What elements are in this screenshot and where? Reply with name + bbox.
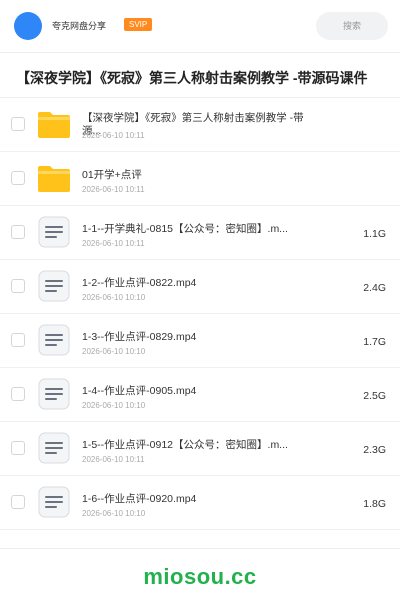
avatar[interactable] bbox=[14, 12, 42, 40]
document-icon bbox=[37, 378, 71, 410]
list-item[interactable]: 1-4--作业点评-0905.mp4 2026-06-10 10:10 2.5G bbox=[0, 368, 400, 422]
select-checkbox[interactable] bbox=[11, 279, 25, 293]
file-date: 2026-06-10 10:10 bbox=[82, 347, 146, 356]
watermark: miosou.cc bbox=[143, 564, 257, 589]
file-date: 2026-06-10 10:11 bbox=[82, 185, 145, 194]
document-icon bbox=[37, 432, 71, 464]
select-checkbox[interactable] bbox=[11, 117, 25, 131]
select-checkbox[interactable] bbox=[11, 171, 25, 185]
vip-badge: SVIP bbox=[124, 18, 153, 31]
select-checkbox[interactable] bbox=[11, 387, 25, 401]
title-bar: 【深夜学院】《死寂》第三人称射击案例教学 -带源码课件 bbox=[0, 52, 400, 98]
list-item[interactable]: 1-3--作业点评-0829.mp4 2026-06-10 10:10 1.7G bbox=[0, 314, 400, 368]
file-name: 1-2--作业点评-0822.mp4 bbox=[82, 277, 197, 289]
document-icon bbox=[37, 324, 71, 356]
file-size: 1.7G bbox=[363, 336, 386, 348]
file-date: 2026-06-10 10:11 bbox=[82, 455, 145, 464]
file-size: 2.3G bbox=[363, 444, 386, 456]
file-size: 2.4G bbox=[363, 282, 386, 294]
folder-icon bbox=[37, 162, 71, 194]
select-checkbox[interactable] bbox=[11, 441, 25, 455]
file-date: 2026-06-10 10:10 bbox=[82, 293, 146, 302]
file-name: 01开学+点评 bbox=[82, 169, 142, 181]
select-checkbox[interactable] bbox=[11, 495, 25, 509]
file-name: 1-5--作业点评-0912【公众号：密知圈】.m... bbox=[82, 439, 288, 451]
file-size: 1.8G bbox=[363, 498, 386, 510]
file-size: 1.1G bbox=[363, 228, 386, 240]
file-name: 1-3--作业点评-0829.mp4 bbox=[82, 331, 197, 343]
header: 夸克网盘分享 SVIP 搜索 bbox=[0, 0, 400, 52]
file-date: 2026-06-10 10:10 bbox=[82, 401, 146, 410]
divider bbox=[0, 548, 400, 549]
page-title: 【深夜学院】《死寂》第三人称射击案例教学 -带源码课件 bbox=[16, 70, 368, 86]
document-icon bbox=[37, 486, 71, 518]
list-item[interactable]: 1-1--开学典礼-0815【公众号：密知圈】.m... 2026-06-10 1… bbox=[0, 206, 400, 260]
file-name: 1-4--作业点评-0905.mp4 bbox=[82, 385, 197, 397]
list-item[interactable]: 1-6--作业点评-0920.mp4 2026-06-10 10:10 1.8G bbox=[0, 476, 400, 530]
file-size: 2.5G bbox=[363, 390, 386, 402]
file-date: 2026-06-10 10:11 bbox=[82, 239, 145, 248]
list-item[interactable]: 1-5--作业点评-0912【公众号：密知圈】.m... 2026-06-10 1… bbox=[0, 422, 400, 476]
file-name: 1-6--作业点评-0920.mp4 bbox=[82, 493, 197, 505]
document-icon bbox=[37, 216, 71, 248]
file-date: 2026-06-10 10:11 bbox=[82, 131, 145, 140]
file-name: 1-1--开学典礼-0815【公众号：密知圈】.m... bbox=[82, 223, 288, 235]
select-checkbox[interactable] bbox=[11, 225, 25, 239]
list-item[interactable]: 1-2--作业点评-0822.mp4 2026-06-10 10:10 2.4G bbox=[0, 260, 400, 314]
user-name: 夸克网盘分享 bbox=[52, 21, 107, 31]
document-icon bbox=[37, 270, 71, 302]
select-checkbox[interactable] bbox=[11, 333, 25, 347]
folder-icon bbox=[37, 108, 71, 140]
search-input[interactable]: 搜索 bbox=[316, 12, 388, 40]
file-list: 【深夜学院】《死寂》第三人称射击案例教学 -带源... 2026-06-10 10… bbox=[0, 98, 400, 530]
list-item[interactable]: 01开学+点评 2026-06-10 10:11 bbox=[0, 152, 400, 206]
file-date: 2026-06-10 10:10 bbox=[82, 509, 146, 518]
list-item[interactable]: 【深夜学院】《死寂》第三人称射击案例教学 -带源... 2026-06-10 10… bbox=[0, 98, 400, 152]
